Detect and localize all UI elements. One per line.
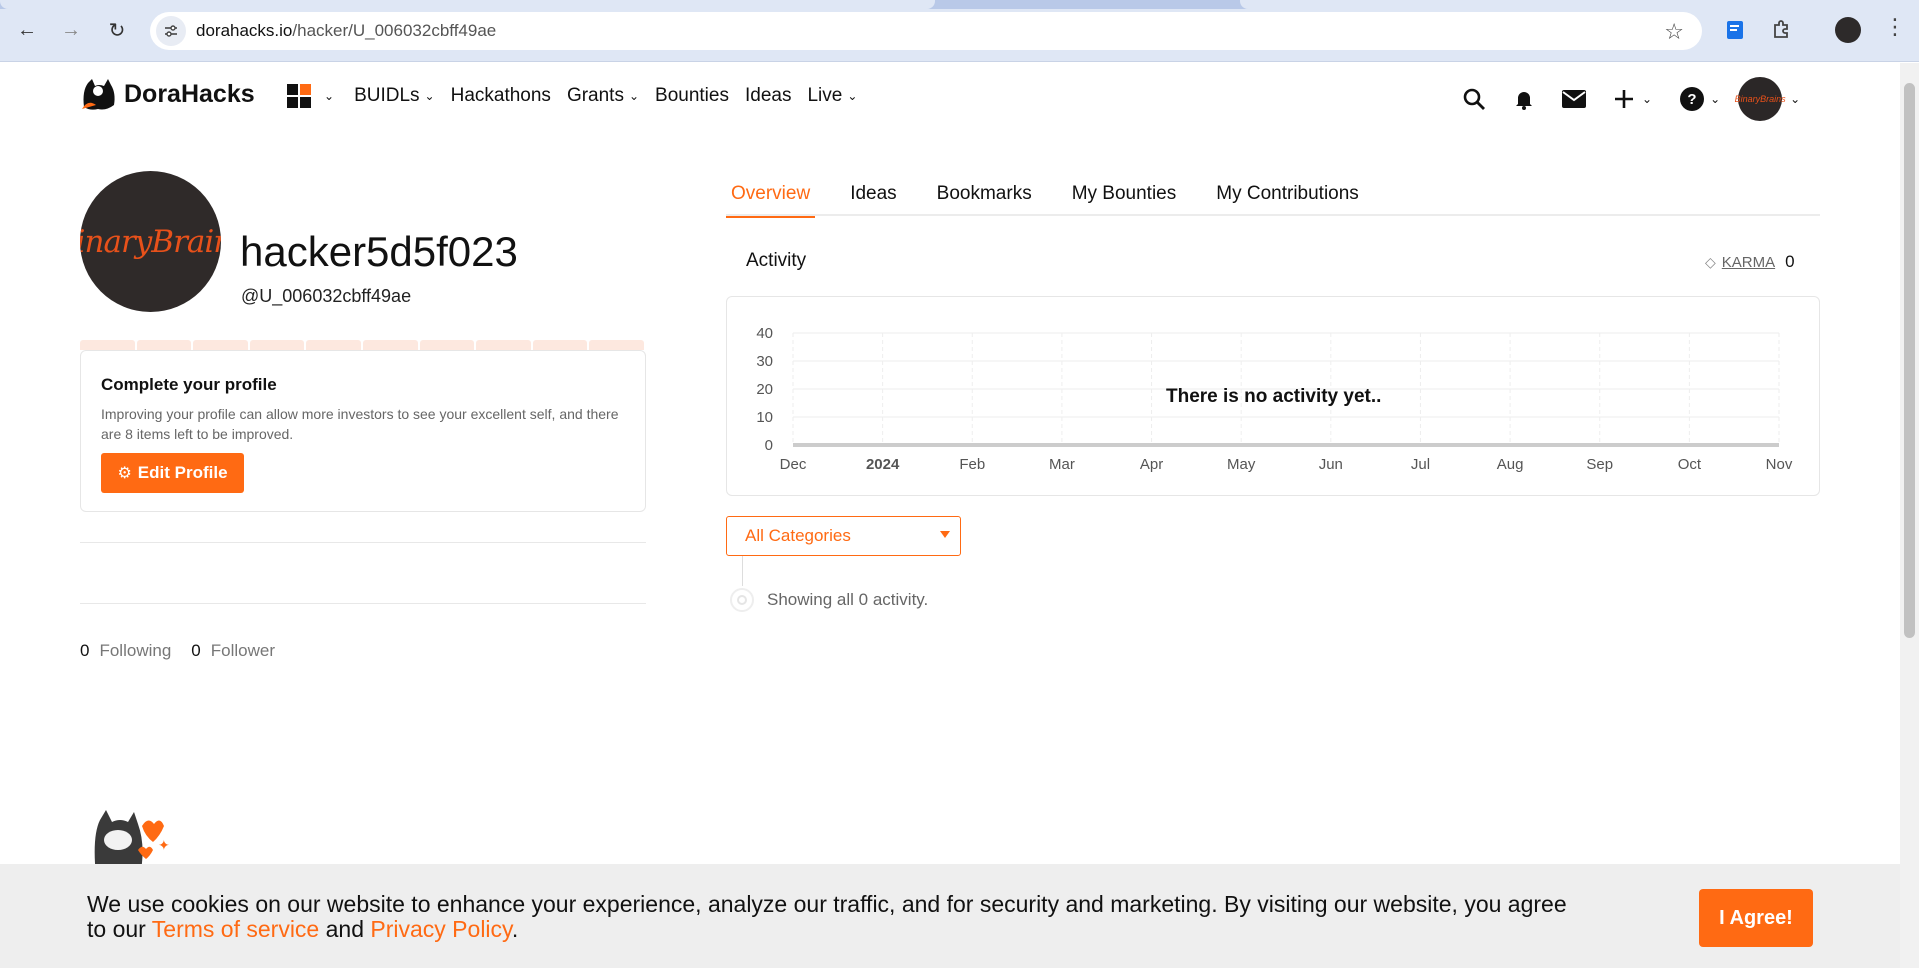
chevron-down-icon: ⌄ [847, 89, 858, 103]
follow-stats: 0 Following 0 Follower [80, 641, 295, 661]
x-tick-label: May [1227, 456, 1256, 473]
complete-profile-card: Complete your profile Improving your pro… [80, 350, 646, 512]
forward-icon[interactable]: → [58, 17, 84, 43]
nav-grants[interactable]: Grants ⌄ [567, 85, 639, 107]
site-header: DoraHacks ⌄ BUIDLs ⌄ Hackathons Grants ⌄ B… [0, 63, 1900, 129]
logo-text: DoraHacks [124, 79, 255, 108]
bell-icon[interactable] [1510, 85, 1538, 113]
nav-hackathons[interactable]: Hackathons [451, 85, 551, 107]
divider [80, 603, 646, 604]
page-scrollbar[interactable] [1900, 63, 1919, 968]
main-nav: ⌄ BUIDLs ⌄ Hackathons Grants ⌄ Bounties Id… [287, 84, 873, 108]
timeline-line [742, 556, 743, 586]
privacy-link[interactable]: Privacy Policy [370, 916, 511, 942]
x-tick-label: Dec [780, 456, 807, 473]
activity-title: Activity [746, 250, 807, 271]
x-tick-label: Nov [1766, 456, 1793, 473]
y-tick-label: 20 [756, 381, 773, 398]
extension-notes-icon[interactable] [1724, 18, 1748, 42]
search-icon[interactable] [1460, 85, 1488, 113]
profile-username: hacker5d5f023 [240, 228, 518, 275]
tab-ideas[interactable]: Ideas [845, 183, 901, 216]
y-tick-label: 40 [756, 325, 773, 342]
agree-button[interactable]: I Agree! [1699, 889, 1813, 947]
tab-bookmarks[interactable]: Bookmarks [932, 183, 1037, 216]
terms-link[interactable]: Terms of service [152, 916, 319, 942]
x-tick-label: Oct [1678, 456, 1702, 473]
y-tick-label: 30 [756, 353, 773, 370]
chevron-down-icon[interactable]: ⌄ [1710, 92, 1720, 106]
showing-activity-text: Showing all 0 activity. [767, 590, 929, 609]
y-tick-label: 10 [756, 409, 773, 426]
help-icon[interactable]: ? [1678, 85, 1706, 113]
follower-count[interactable]: 0 [191, 641, 200, 661]
x-tick-label: 2024 [866, 456, 900, 473]
x-tick-label: Feb [959, 456, 985, 473]
following-count[interactable]: 0 [80, 641, 89, 661]
x-tick-label: Aug [1497, 456, 1524, 473]
nav-live[interactable]: Live ⌄ [807, 85, 857, 107]
divider [80, 542, 646, 543]
x-tick-label: Apr [1140, 456, 1163, 473]
following-label[interactable]: Following [99, 641, 171, 661]
category-select-value: All Categories [745, 526, 851, 545]
plus-icon[interactable] [1610, 85, 1638, 113]
nav-ideas[interactable]: Ideas [745, 85, 791, 107]
nav-buidls[interactable]: BUIDLs ⌄ [354, 85, 435, 107]
gear-icon: ⚙ [117, 465, 132, 482]
browser-profile-avatar[interactable] [1835, 17, 1861, 43]
dorahacks-logo[interactable]: DoraHacks [80, 77, 255, 111]
logo-mark-icon [80, 77, 118, 111]
x-tick-label: Sep [1586, 456, 1613, 473]
profile-avatar: BinaryBrains [80, 171, 221, 312]
y-tick-label: 0 [765, 437, 773, 454]
tab-overview[interactable]: Overview [726, 183, 816, 218]
no-activity-text: There is no activity yet.. [1166, 386, 1382, 407]
caret-down-icon [940, 531, 950, 538]
profile-progress-strip [80, 340, 646, 350]
diamond-icon: ◇ [1705, 253, 1716, 270]
chevron-down-icon[interactable]: ⌄ [324, 89, 334, 103]
category-select[interactable]: All Categories [726, 516, 961, 556]
edit-profile-button[interactable]: ⚙ Edit Profile [101, 453, 244, 493]
karma-display: ◇ KARMA 0 [1705, 252, 1795, 272]
karma-value: 0 [1785, 252, 1795, 271]
svg-text:?: ? [1687, 91, 1696, 108]
profile-handle: @U_006032cbff49ae [241, 286, 412, 306]
follower-label[interactable]: Follower [211, 641, 275, 661]
header-actions: ⌄ ? ⌄ BinaryBrains ⌄ [1460, 77, 1800, 121]
extensions-puzzle-icon[interactable] [1770, 18, 1794, 42]
timeline-dot-icon [730, 588, 754, 612]
svg-text:✦: ✦ [158, 838, 170, 854]
x-tick-label: Jun [1319, 456, 1343, 473]
profile-tabs: Overview Ideas Bookmarks My Bounties My … [726, 183, 1820, 218]
complete-profile-title: Complete your profile [101, 375, 277, 394]
browser-tab-strip [0, 0, 1919, 9]
chevron-down-icon[interactable]: ⌄ [1790, 92, 1800, 106]
cookie-banner: We use cookies on our website to enhance… [0, 864, 1900, 968]
x-tick-label: Mar [1049, 456, 1075, 473]
tab-my-bounties[interactable]: My Bounties [1067, 183, 1182, 216]
chevron-down-icon: ⌄ [424, 89, 435, 103]
browser-toolbar: ← → ↻ dorahacks.io/hacker/U_006032cbff49… [0, 0, 1919, 62]
karma-label[interactable]: KARMA [1722, 254, 1775, 271]
reload-icon[interactable]: ↻ [104, 17, 130, 43]
url-text: dorahacks.io/hacker/U_006032cbff49ae [196, 21, 497, 40]
chevron-down-icon: ⌄ [628, 89, 640, 103]
site-info-icon[interactable] [156, 16, 186, 46]
complete-profile-desc: Improving your profile can allow more in… [101, 406, 619, 442]
nav-bounties[interactable]: Bounties [655, 85, 729, 107]
bookmark-star-icon[interactable]: ☆ [1664, 19, 1684, 45]
cookie-text: We use cookies on our website to enhance… [87, 891, 1567, 942]
mail-icon[interactable] [1560, 85, 1588, 113]
x-tick-label: Jul [1411, 456, 1430, 473]
tab-my-contributions[interactable]: My Contributions [1211, 183, 1364, 216]
scrollbar-thumb[interactable] [1904, 83, 1915, 638]
browser-menu-icon[interactable]: ⋮ [1884, 14, 1906, 40]
back-icon[interactable]: ← [14, 17, 40, 43]
chevron-down-icon[interactable]: ⌄ [1642, 92, 1652, 106]
apps-grid-icon[interactable] [287, 84, 311, 108]
user-avatar[interactable]: BinaryBrains [1735, 77, 1786, 121]
address-bar[interactable]: dorahacks.io/hacker/U_006032cbff49ae ☆ [150, 12, 1702, 50]
